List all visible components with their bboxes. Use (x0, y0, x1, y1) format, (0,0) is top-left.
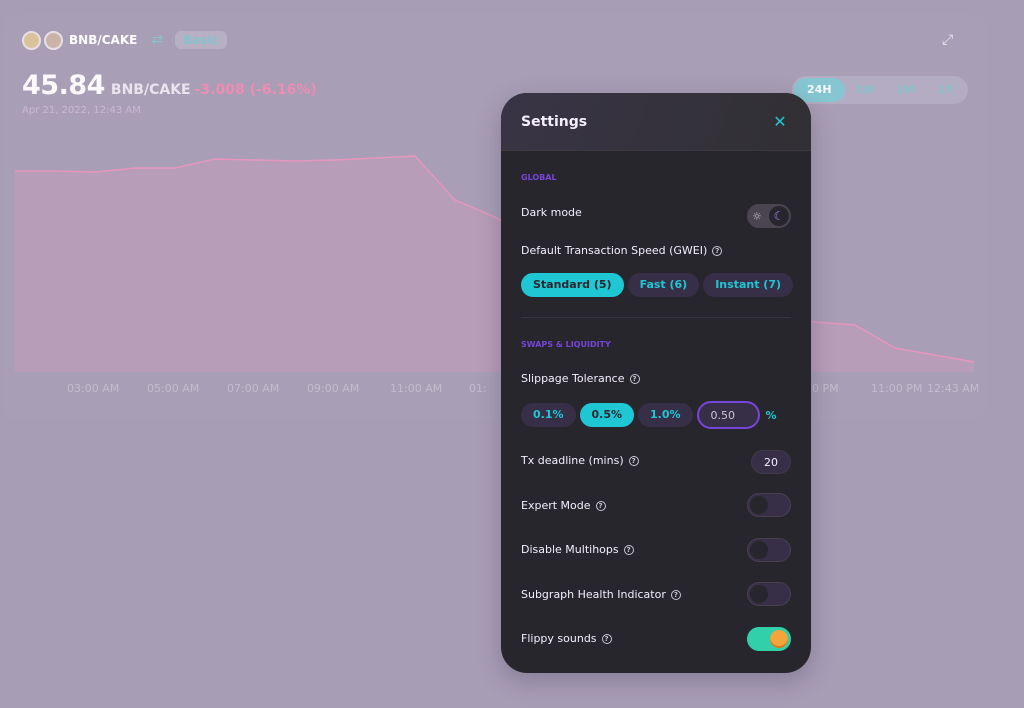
divider (521, 317, 791, 318)
expert-mode-label: Expert Mode (521, 499, 591, 512)
help-icon[interactable]: ? (601, 633, 612, 644)
global-section-label: GLOBAL (521, 173, 557, 182)
time-label: 07:00 AM (227, 382, 280, 395)
slippage-0-5-button[interactable]: 0.5% (579, 403, 635, 427)
moon-icon: ☾ (769, 206, 789, 226)
speed-standard-button[interactable]: Standard (5) (521, 273, 624, 297)
toggle-knob (750, 541, 768, 559)
price-area-fill (15, 156, 974, 372)
slippage-label: Slippage Tolerance (521, 372, 625, 385)
speed-label-row: Default Transaction Speed (GWEI) ? (521, 244, 723, 257)
time-label: 05:00 AM (147, 382, 200, 395)
deadline-label-row: Tx deadline (mins) ? (521, 454, 639, 467)
help-icon[interactable]: ? (712, 245, 723, 256)
swaps-section-label: SWAPS & LIQUIDITY (521, 340, 611, 349)
dark-mode-label: Dark mode (521, 206, 582, 219)
expert-label-row: Expert Mode ? (521, 499, 606, 512)
disable-multihops-label: Disable Multihops (521, 543, 619, 556)
time-label: 12:43 AM (927, 382, 980, 395)
slippage-options: 0.1% 0.5% 1.0% % (521, 401, 777, 429)
speed-fast-button[interactable]: Fast (6) (627, 273, 700, 297)
subgraph-label-row: Subgraph Health Indicator ? (521, 588, 681, 601)
speed-label: Default Transaction Speed (GWEI) (521, 244, 708, 257)
disable-multihops-toggle[interactable] (747, 538, 791, 562)
slippage-label-row: Slippage Tolerance ? (521, 372, 640, 385)
multihops-label-row: Disable Multihops ? (521, 543, 634, 556)
deadline-input[interactable]: 20 (751, 450, 791, 474)
modal-title: Settings (521, 113, 588, 130)
time-label: 01: (469, 382, 487, 395)
slippage-0-1-button[interactable]: 0.1% (521, 403, 576, 427)
subgraph-health-toggle[interactable] (747, 582, 791, 606)
time-label: 11:00 AM (390, 382, 443, 395)
toggle-knob (750, 585, 768, 603)
flippy-sounds-toggle[interactable] (747, 627, 791, 651)
speed-instant-button[interactable]: Instant (7) (703, 273, 793, 297)
modal-header: Settings ✕ (501, 93, 811, 151)
deadline-label: Tx deadline (mins) (521, 454, 624, 467)
sun-icon: ☼ (752, 209, 762, 223)
settings-modal: Settings ✕ GLOBAL Dark mode ☼ ☾ Default … (501, 93, 811, 673)
time-label: 09:00 AM (307, 382, 360, 395)
help-icon[interactable]: ? (595, 500, 606, 511)
help-icon[interactable]: ? (670, 589, 681, 600)
slippage-1-0-button[interactable]: 1.0% (638, 403, 693, 427)
expert-mode-toggle[interactable] (747, 493, 791, 517)
pancake-icon (770, 630, 788, 648)
flippy-sounds-label: Flippy sounds (521, 632, 597, 645)
slippage-percent-unit: % (765, 408, 777, 422)
close-icon[interactable]: ✕ (769, 112, 791, 131)
help-icon[interactable]: ? (628, 455, 639, 466)
dark-mode-toggle[interactable]: ☼ ☾ (747, 204, 791, 228)
flippy-label-row: Flippy sounds ? (521, 632, 612, 645)
time-label: 03:00 AM (67, 382, 120, 395)
help-icon[interactable]: ? (629, 373, 640, 384)
time-label: 11:00 PM (871, 382, 923, 395)
help-icon[interactable]: ? (623, 544, 634, 555)
speed-options: Standard (5) Fast (6) Instant (7) (521, 273, 793, 297)
slippage-input[interactable] (696, 401, 760, 429)
toggle-knob (750, 496, 768, 514)
time-label: 0 PM (812, 382, 839, 395)
subgraph-health-label: Subgraph Health Indicator (521, 588, 666, 601)
